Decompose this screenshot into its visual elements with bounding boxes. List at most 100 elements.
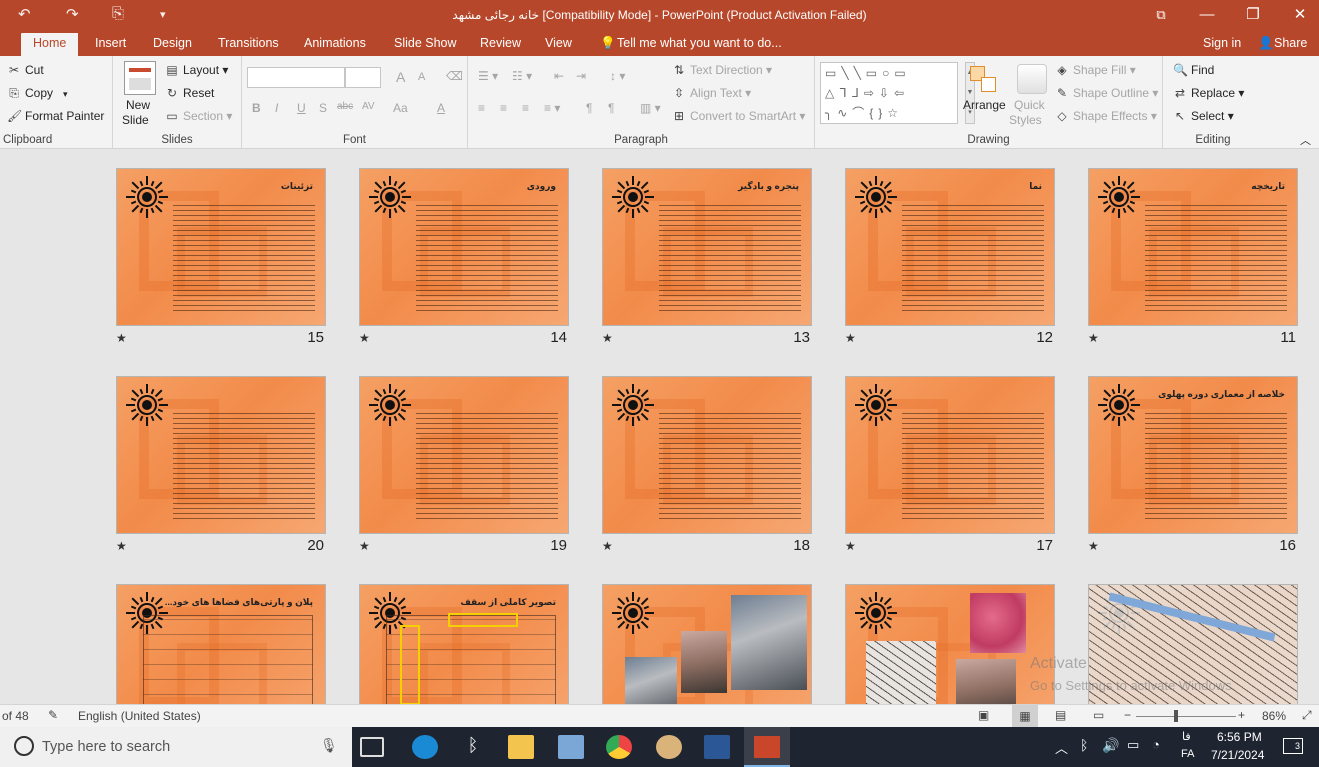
justify-icon[interactable]: ≡ ▾ — [544, 101, 560, 115]
wifi-icon[interactable]: ◔ — [1152, 737, 1160, 752]
tell-me-search[interactable]: Tell me what you want to do... — [617, 36, 782, 50]
tab-review[interactable]: Review — [480, 36, 521, 50]
shape-effects-button[interactable]: ◇ Shape Effects ▾ — [1055, 109, 1156, 123]
chrome-icon[interactable] — [606, 735, 632, 759]
zoom-in-icon[interactable]: + — [1238, 708, 1245, 722]
new-slide-button[interactable]: New — [126, 98, 150, 112]
shadow-button[interactable]: S — [319, 101, 327, 115]
edge-icon[interactable] — [412, 735, 438, 759]
char-spacing-button[interactable]: AV — [362, 101, 375, 112]
slide-thumbnail[interactable]: تاریخچه — [1088, 168, 1298, 326]
bold-button[interactable]: B — [252, 101, 261, 115]
file-explorer-icon[interactable] — [508, 735, 534, 759]
slide-thumbnail[interactable]: نما — [845, 168, 1055, 326]
slide-thumbnail[interactable] — [116, 376, 326, 534]
slide-thumbnail[interactable]: پنجره و بادگیر — [602, 168, 812, 326]
quick-styles-button[interactable]: Quick — [1014, 98, 1045, 112]
share-icon[interactable]: 👤 — [1258, 36, 1274, 51]
slide-sorter[interactable]: تزئینات ★ 15 ورودی ★ 14 پنجره و بادگیر ★ 13 نما ★ 1… — [0, 150, 1319, 704]
section-button[interactable]: ▭ Section ▾ — [165, 109, 232, 123]
arrange-button[interactable]: Arrange — [963, 98, 1006, 112]
slide-thumbnail[interactable] — [359, 376, 569, 534]
fit-slide-icon[interactable]: ⤢ — [1302, 708, 1312, 723]
bluetooth-tray-icon[interactable]: ᛒ — [1080, 737, 1088, 753]
format-painter-button[interactable]: 🖌 Format Painter — [7, 109, 104, 123]
align-text-button[interactable]: ⇳ Align Text ▾ — [672, 86, 751, 100]
slide-thumbnail[interactable] — [602, 584, 812, 704]
tab-slide-show[interactable]: Slide Show — [394, 36, 457, 50]
quick-styles-button-2[interactable]: Styles — [1009, 113, 1042, 127]
slide-thumbnail[interactable]: ورودی — [359, 168, 569, 326]
bluetooth-app-icon[interactable]: ᛒ — [460, 735, 486, 759]
normal-view-icon[interactable]: ▣ — [978, 708, 989, 722]
text-direction-button[interactable]: ⇅ Text Direction ▾ — [672, 63, 772, 77]
clear-formatting-icon[interactable]: ⌫ — [446, 69, 463, 83]
notifications-icon[interactable]: 3 — [1283, 738, 1303, 754]
shrink-font-button[interactable]: A — [418, 71, 425, 83]
new-slide-icon[interactable] — [124, 61, 156, 95]
volume-icon[interactable]: 🔊 — [1102, 737, 1119, 754]
copy-button[interactable]: ⎘ Copy ▾ — [7, 86, 67, 101]
strikethrough-button[interactable]: abc — [337, 101, 353, 112]
slide-thumbnail[interactable]: خلاصه از معماری دوره پهلوی — [1088, 376, 1298, 534]
tab-home[interactable]: Home — [21, 33, 79, 56]
powerpoint-taskbar-button[interactable] — [744, 727, 790, 767]
align-left-icon[interactable]: ≡ — [478, 101, 485, 115]
ltr-icon[interactable]: ¶ — [586, 101, 592, 115]
font-name-input[interactable] — [247, 67, 345, 88]
close-button[interactable]: ✕ — [1277, 3, 1319, 27]
font-size-input[interactable] — [345, 67, 381, 88]
ribbon-display-options-icon[interactable]: ⧉ — [1138, 3, 1184, 27]
tab-view[interactable]: View — [545, 36, 572, 50]
bullets-icon[interactable]: ☰ ▾ — [478, 69, 498, 83]
line-spacing-icon[interactable]: ↕ ▾ — [610, 69, 625, 83]
layout-button[interactable]: ▤ Layout ▾ — [165, 63, 228, 77]
tab-insert[interactable]: Insert — [95, 36, 126, 50]
paint-icon[interactable] — [656, 735, 682, 759]
cut-button[interactable]: ✂ Cut — [7, 63, 44, 77]
word-icon[interactable] — [704, 735, 730, 759]
spelling-icon[interactable]: ✎ — [48, 708, 58, 722]
sign-in-link[interactable]: Sign in — [1203, 36, 1241, 50]
zoom-level[interactable]: 86% — [1262, 709, 1286, 723]
input-language[interactable]: FA — [1181, 748, 1194, 760]
shape-fill-button[interactable]: ◈ Shape Fill ▾ — [1055, 63, 1135, 77]
reading-view-icon[interactable]: ▤ — [1055, 708, 1066, 722]
tab-transitions[interactable]: Transitions — [218, 36, 279, 50]
font-color-button[interactable]: A — [437, 101, 445, 115]
minimize-button[interactable]: — — [1184, 3, 1230, 27]
clock-time[interactable]: 6:56 PM — [1217, 730, 1262, 744]
taskbar-search-box[interactable]: Type here to search 🎙 — [0, 727, 352, 767]
share-button[interactable]: Share — [1274, 36, 1307, 50]
change-case-button[interactable]: Aa — [393, 101, 408, 115]
shapes-gallery[interactable]: ▭╲╲▭○▭ △ᒣᒧ⇨⇩⇦ ╮∿⌒{}☆ — [820, 62, 958, 124]
zoom-out-icon[interactable]: − — [1124, 708, 1131, 722]
microphone-icon[interactable]: 🎙 — [320, 737, 338, 754]
tab-design[interactable]: Design — [153, 36, 192, 50]
convert-smartart-button[interactable]: ⊞ Convert to SmartArt ▾ — [672, 109, 805, 123]
grow-font-button[interactable]: A — [396, 69, 405, 85]
input-language-fa[interactable]: فا — [1182, 730, 1191, 743]
numbering-icon[interactable]: ☷ ▾ — [512, 69, 532, 83]
columns-icon[interactable]: ▥ ▾ — [640, 101, 661, 115]
slideshow-view-icon[interactable]: ▭ — [1093, 708, 1104, 722]
increase-indent-icon[interactable]: ⇥ — [576, 69, 586, 83]
reset-button[interactable]: ↻ Reset — [165, 86, 214, 100]
slide-thumbnail[interactable]: تزئینات — [116, 168, 326, 326]
restore-button[interactable]: ❐ — [1230, 3, 1276, 27]
show-hidden-icons[interactable]: ︿ — [1055, 738, 1068, 757]
new-slide-button-2[interactable]: Slide — [122, 113, 149, 127]
slide-sorter-view-icon[interactable]: ▦ — [1012, 705, 1038, 727]
select-button[interactable]: ↖ Select ▾ — [1173, 109, 1234, 123]
tab-animations[interactable]: Animations — [304, 36, 366, 50]
decrease-indent-icon[interactable]: ⇤ — [554, 69, 564, 83]
align-center-icon[interactable]: ≡ — [500, 101, 507, 115]
battery-icon[interactable]: ▭ — [1127, 737, 1139, 753]
task-view-icon[interactable] — [360, 737, 384, 757]
underline-button[interactable]: U — [297, 101, 306, 115]
align-right-icon[interactable]: ≡ — [522, 101, 529, 115]
language-indicator[interactable]: English (United States) — [78, 709, 201, 723]
find-button[interactable]: 🔍 Find — [1173, 63, 1214, 77]
replace-button[interactable]: ⇄ Replace ▾ — [1173, 86, 1244, 100]
slide-thumbnail[interactable]: پلان و پارتی‌های فضاها های خود... — [116, 584, 326, 704]
